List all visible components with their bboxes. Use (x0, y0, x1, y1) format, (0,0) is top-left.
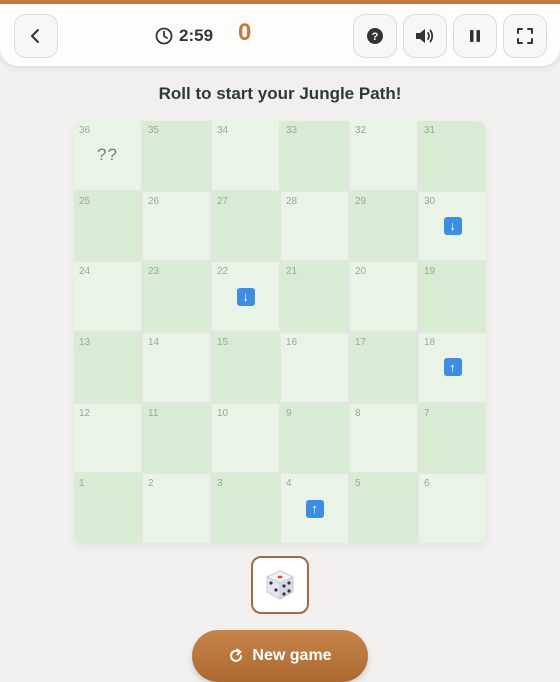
cell-number: 12 (79, 407, 91, 419)
timer: 2:59 (155, 23, 213, 49)
timer-value: 2:59 (179, 26, 214, 45)
board-cell-7: 7 (419, 403, 486, 473)
cell-number: 10 (217, 407, 229, 419)
board-cell-35: 35 (143, 121, 210, 190)
board-cell-23: 23 (143, 262, 210, 331)
back-button[interactable] (14, 14, 58, 58)
mystery-mark: ?? (97, 145, 118, 165)
board-cell-12: 12 (74, 403, 141, 473)
cell-number: 33 (286, 125, 298, 136)
arrow-down-icon: ↓ (443, 216, 462, 235)
board-cell-5: 5 (350, 474, 417, 543)
board-cell-20: 20 (350, 262, 417, 331)
arrow-down-icon: ↓ (236, 287, 255, 306)
board-cell-25: 25 (74, 191, 141, 261)
board-cell-6: 6 (419, 474, 486, 543)
pause-icon (470, 30, 480, 42)
game-board: 36?? 35 34 33 32 31 25 26 27 28 29 30 ↓ 24 23 22 ↓ 21 20 19… (74, 121, 486, 543)
cell-number: 16 (286, 336, 298, 348)
cell-number: 11 (148, 407, 159, 419)
pause-button[interactable] (453, 14, 497, 58)
board-cell-16: 16 (281, 332, 348, 402)
board-cell-17: 17 (350, 332, 417, 402)
board-cell-22: 22 ↓ (212, 262, 279, 331)
speaker-icon (416, 29, 434, 43)
board-cell-21: 21 (281, 262, 348, 331)
board-cell-27: 27 (212, 191, 279, 261)
cell-number: 8 (355, 407, 361, 419)
cell-number: 9 (286, 407, 292, 419)
clock-icon (155, 27, 173, 45)
arrow-up-icon: ↑ (305, 499, 324, 518)
cell-number: 3 (217, 478, 223, 490)
board-cell-18: 18 ↑ (419, 332, 486, 402)
cell-number: 17 (355, 336, 367, 348)
board-cell-30: 30 ↓ (419, 191, 486, 261)
status-message: Roll to start your Jungle Path! (158, 84, 402, 103)
cell-number: 7 (424, 407, 430, 419)
cell-number: 25 (79, 195, 91, 207)
board-cell-32: 32 (350, 121, 417, 190)
cell-number: 4 (286, 478, 292, 490)
cell-number: 1 (79, 478, 85, 490)
cell-number: 32 (355, 125, 367, 136)
cell-number: 21 (286, 266, 298, 278)
board-cell-19: 19 (419, 262, 486, 331)
board-cell-36: 36?? (74, 121, 141, 190)
cell-number: 13 (79, 336, 91, 348)
cell-number: 26 (148, 195, 160, 207)
cell-number: 20 (355, 266, 367, 278)
cell-number: 14 (148, 336, 160, 348)
board-cell-10: 10 (212, 403, 279, 473)
top-bar: 2:59 0 ? (0, 0, 560, 66)
cell-number: 34 (217, 125, 229, 136)
board-cell-28: 28 (281, 191, 348, 261)
board-cell-24: 24 (74, 262, 141, 331)
arrow-up-icon: ↑ (443, 358, 462, 377)
fullscreen-button[interactable] (503, 14, 547, 58)
board-cell-13: 13 (74, 332, 141, 402)
roll-dice-button[interactable] (251, 556, 309, 614)
board-cell-2: 2 (143, 474, 210, 543)
cell-number: 27 (217, 195, 229, 207)
sound-button[interactable] (403, 14, 447, 58)
cell-number: 24 (79, 266, 91, 278)
svg-text:?: ? (372, 31, 379, 43)
board-cell-29: 29 (350, 191, 417, 261)
cell-number: 5 (355, 478, 361, 490)
cell-number: 35 (148, 125, 160, 136)
new-game-button[interactable]: New game (192, 630, 368, 682)
board-cell-11: 11 (143, 403, 210, 473)
restart-icon (230, 648, 243, 662)
board-cell-4: 4 ↑ (281, 474, 348, 543)
cell-number: 22 (217, 266, 229, 278)
dice-icon (265, 570, 295, 600)
board-cell-9: 9 (281, 403, 348, 473)
cell-number: 28 (286, 195, 298, 207)
board-cell-33: 33 (281, 121, 348, 190)
cell-number: 29 (355, 195, 367, 207)
cell-number: 2 (148, 478, 154, 490)
cell-number: 15 (217, 336, 229, 348)
score: 0 (238, 19, 252, 46)
new-game-label: New game (252, 647, 332, 664)
cell-number: 19 (424, 266, 436, 278)
fullscreen-icon (517, 28, 533, 44)
board-cell-34: 34 (212, 121, 279, 190)
cell-number: 30 (424, 195, 436, 207)
cell-number: 18 (424, 336, 436, 348)
chevron-left-icon (31, 29, 39, 43)
board-cell-26: 26 (143, 191, 210, 261)
board-cell-1: 1 (74, 474, 141, 543)
board-cell-15: 15 (212, 332, 279, 402)
help-icon: ? (367, 28, 383, 44)
board-cell-31: 31 (419, 121, 486, 190)
board-cell-3: 3 (212, 474, 279, 543)
help-button[interactable]: ? (353, 14, 397, 58)
board-cell-8: 8 (350, 403, 417, 473)
cell-number: 6 (424, 478, 430, 490)
cell-number: 31 (424, 125, 436, 136)
board-cell-14: 14 (143, 332, 210, 402)
cell-number: 23 (148, 266, 160, 278)
